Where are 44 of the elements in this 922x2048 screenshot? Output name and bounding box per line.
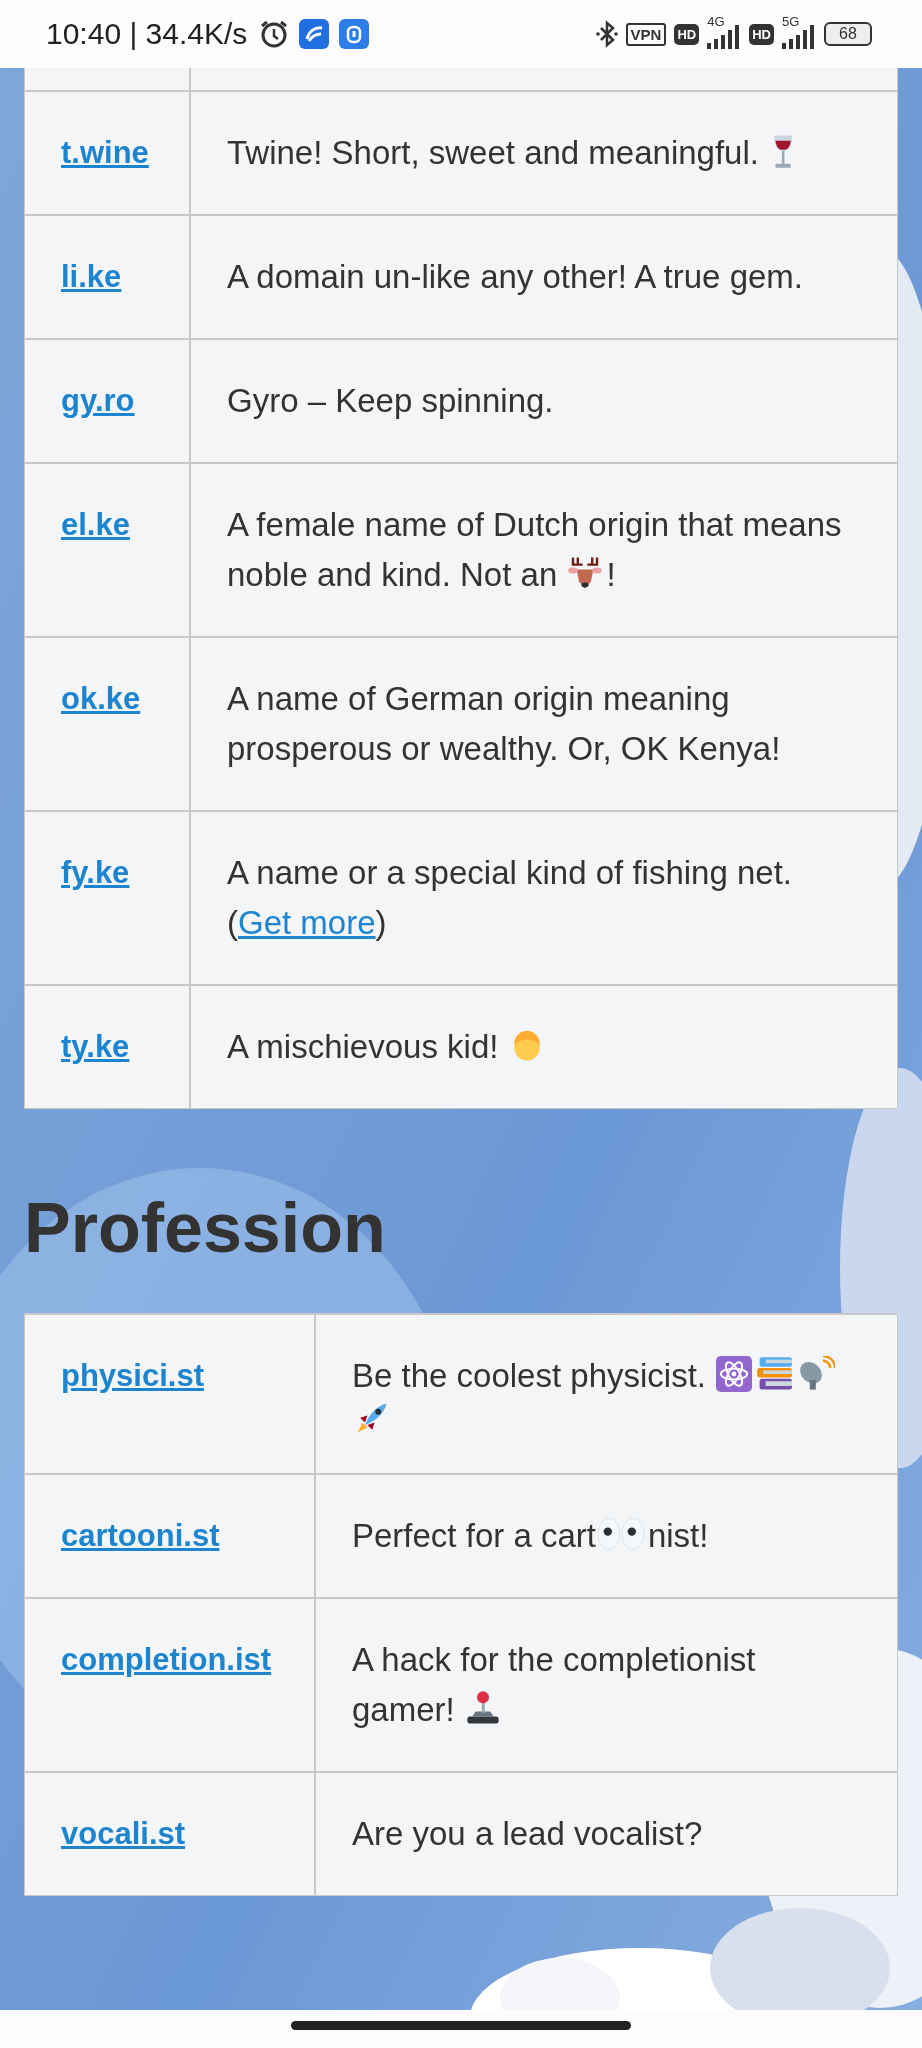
domain-description: Twine! Short, sweet and meaningful.	[227, 128, 801, 178]
books-icon	[756, 1356, 795, 1392]
domain-link[interactable]: vocali.st	[61, 1809, 186, 1859]
domain-description: A domain un-like any other! A true gem.	[227, 257, 803, 297]
domain-description: Perfect for a cart nist!	[352, 1515, 709, 1556]
domain-description: A mischievous kid!	[227, 1022, 548, 1072]
eyes-icon	[596, 1516, 645, 1552]
domain-link[interactable]: el.ke	[61, 500, 130, 550]
signal-icon	[707, 25, 742, 49]
domain-description: A hack for the completionist gamer!	[352, 1640, 757, 1730]
domain-description: A name of German origin meaning prosperous or wealthy. Or, OK Kenya!	[227, 679, 782, 769]
domain-link[interactable]: li.ke	[61, 252, 122, 302]
home-indicator[interactable]	[291, 2021, 631, 2030]
network-type: 4G	[707, 15, 725, 28]
domain-link[interactable]: t.wine	[61, 128, 149, 178]
vpn-badge: VPN	[625, 22, 667, 46]
joystick-icon	[464, 1690, 501, 1726]
domain-link[interactable]: completion.ist	[61, 1635, 272, 1685]
network-type: 5G	[782, 15, 800, 28]
domain-description: Gyro – Keep spinning.	[227, 381, 554, 421]
app-icon	[299, 19, 330, 49]
app-icon	[339, 19, 370, 49]
atom-icon	[716, 1356, 753, 1392]
domain-link[interactable]: ty.ke	[61, 1022, 130, 1072]
domain-link[interactable]: ok.ke	[61, 674, 141, 724]
signal-icon	[782, 25, 816, 49]
domain-description: Be the coolest physicist.	[352, 1351, 861, 1437]
get-more-link[interactable]: Get more	[238, 904, 376, 941]
domain-description: Are you a lead vocalist?	[352, 1814, 703, 1854]
domain-link[interactable]: cartooni.st	[61, 1511, 220, 1561]
domain-link[interactable]: gy.ro	[61, 376, 135, 426]
alarm-icon	[259, 19, 290, 49]
domain-description: A female name of Dutch origin that means noble and kind. Not an !	[227, 505, 843, 595]
domain-link[interactable]: physici.st	[61, 1351, 204, 1401]
bluetooth-icon	[595, 19, 618, 49]
hd-badge: HD	[674, 23, 700, 45]
hd-badge: HD	[749, 23, 774, 45]
satellite-dish-icon	[798, 1356, 835, 1392]
status-time: 10:40 | 34.4K/s	[46, 17, 248, 51]
domain-description: A name or a special kind of fishing net. (Get more)	[227, 853, 793, 943]
deer-icon	[567, 555, 604, 591]
battery-level: 68	[839, 25, 857, 43]
section-heading: Profession	[24, 1193, 387, 1263]
domain-link[interactable]: fy.ke	[61, 848, 130, 898]
